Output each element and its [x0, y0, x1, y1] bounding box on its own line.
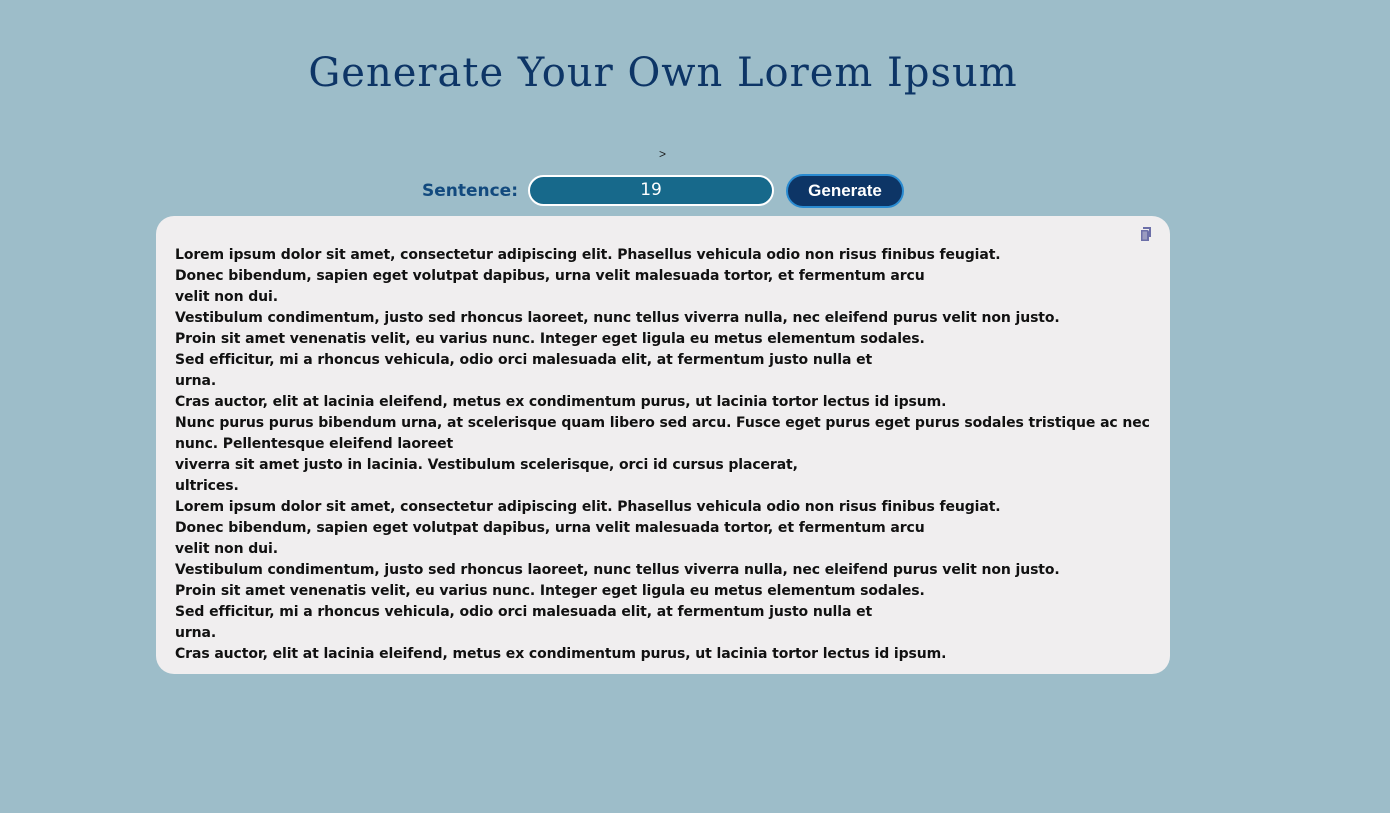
output-line: Proin sit amet venenatis velit, eu variu… [175, 583, 925, 599]
caret-marker: > [659, 147, 667, 161]
output-line: Cras auctor, elit at lacinia eleifend, m… [175, 394, 947, 410]
sentence-label: Sentence: [421, 181, 519, 201]
output-line: Cras auctor, elit at lacinia eleifend, m… [175, 646, 947, 662]
output-line: Proin sit amet venenatis velit, eu variu… [175, 331, 925, 347]
output-line: Donec bibendum, sapien eget volutpat dap… [175, 520, 925, 536]
output-line: Lorem ipsum dolor sit amet, consectetur … [175, 247, 1001, 263]
output-line: viverra sit amet justo in lacinia. Vesti… [175, 457, 798, 473]
page-title: Generate Your Own Lorem Ipsum [308, 50, 1018, 96]
output-line: Sed efficitur, mi a rhoncus vehicula, od… [175, 604, 873, 620]
output-line: Sed efficitur, mi a rhoncus vehicula, od… [175, 352, 873, 368]
lorem-output-card: Lorem ipsum dolor sit amet, consectetur … [156, 216, 1170, 674]
output-line: urna. [175, 373, 217, 389]
output-line: velit non dui. [175, 541, 278, 557]
output-line: ultrices. [175, 478, 239, 494]
output-line: Donec bibendum, sapien eget volutpat dap… [175, 268, 925, 284]
output-line: urna. [175, 625, 217, 641]
output-line: Vestibulum condimentum, justo sed rhoncu… [175, 562, 1060, 578]
output-line: Nunc purus purus bibendum urna, at scele… [175, 415, 1150, 431]
output-line: Lorem ipsum dolor sit amet, consectetur … [175, 499, 1001, 515]
output-line: velit non dui. [175, 289, 278, 305]
generate-button[interactable]: Generate [786, 174, 905, 208]
sentence-count-input[interactable] [528, 174, 775, 206]
output-line: nunc. Pellentesque eleifend laoreet [175, 436, 454, 452]
generator-controls: Sentence: Generate [0, 172, 1326, 208]
copy-icon[interactable] [1137, 226, 1153, 242]
output-line: Vestibulum condimentum, justo sed rhoncu… [175, 310, 1060, 326]
lorem-output-text: Lorem ipsum dolor sit amet, consectetur … [175, 245, 1152, 665]
